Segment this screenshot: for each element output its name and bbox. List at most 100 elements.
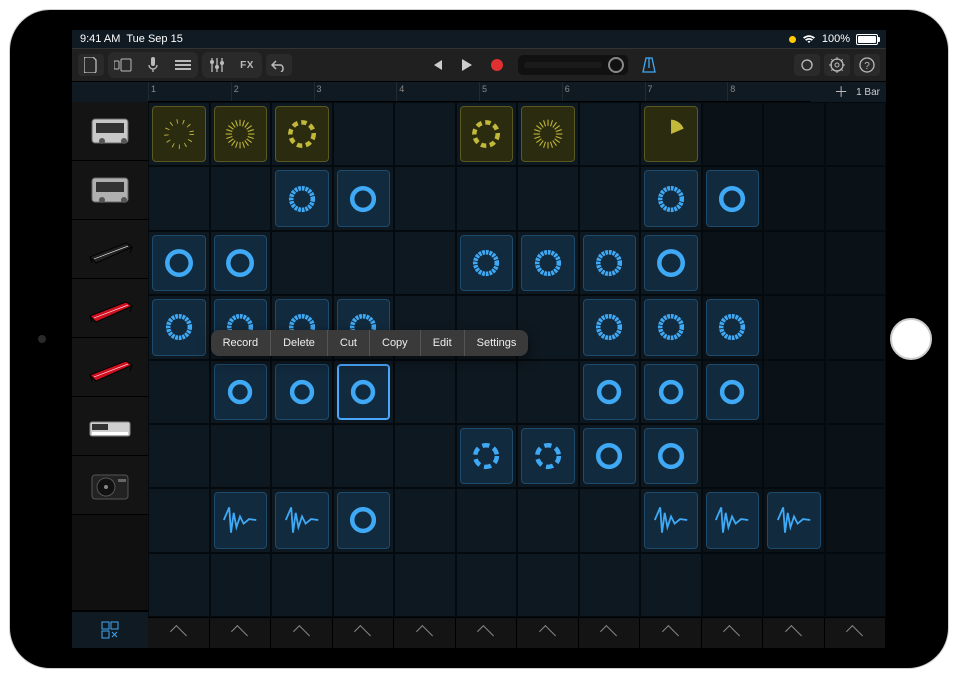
loop-clip[interactable] [583, 428, 637, 484]
ruler[interactable]: 12345678 [148, 82, 810, 102]
loop-clip[interactable] [337, 170, 391, 226]
loop-cell[interactable] [517, 360, 579, 424]
loop-cell[interactable] [640, 102, 702, 166]
loop-cell[interactable] [702, 231, 764, 295]
context-menu-cut[interactable]: Cut [328, 330, 370, 356]
loop-clip[interactable] [583, 299, 637, 355]
loop-clip[interactable] [706, 364, 760, 420]
loop-cell[interactable] [579, 166, 641, 230]
track-header-drum-machine-2[interactable] [72, 161, 148, 220]
loop-cell[interactable] [763, 102, 825, 166]
loop-cell[interactable] [825, 295, 887, 359]
loop-clip[interactable] [337, 492, 391, 548]
loop-cell[interactable] [333, 360, 395, 424]
undo-button[interactable] [266, 54, 292, 76]
column-trigger[interactable] [702, 618, 764, 648]
column-trigger[interactable] [333, 618, 395, 648]
column-trigger[interactable] [210, 618, 272, 648]
help-button[interactable]: ? [854, 54, 880, 76]
metronome-button[interactable] [636, 54, 662, 76]
loop-clip[interactable] [521, 106, 575, 162]
loop-clip[interactable] [214, 364, 268, 420]
loop-cell[interactable] [394, 488, 456, 552]
loop-cell[interactable] [763, 166, 825, 230]
loop-cell[interactable] [148, 295, 210, 359]
loop-cell[interactable] [210, 231, 272, 295]
loop-cell[interactable] [210, 102, 272, 166]
column-trigger[interactable] [640, 618, 702, 648]
track-header-keyboard-1[interactable] [72, 220, 148, 279]
loop-cell[interactable] [763, 553, 825, 617]
loop-cell[interactable] [517, 102, 579, 166]
mixer-button[interactable] [204, 54, 230, 76]
loop-cell[interactable] [333, 553, 395, 617]
loop-clip[interactable] [521, 428, 575, 484]
loop-cell[interactable] [271, 553, 333, 617]
grid-edit-button[interactable] [72, 611, 148, 648]
fx-button[interactable]: FX [234, 54, 260, 76]
loop-cell[interactable] [394, 102, 456, 166]
add-button[interactable]: ＋ [834, 82, 848, 102]
loop-cell[interactable] [271, 424, 333, 488]
loop-cell[interactable] [825, 360, 887, 424]
browser-button[interactable] [110, 54, 136, 76]
loop-clip[interactable] [644, 364, 698, 420]
loop-cell[interactable] [394, 553, 456, 617]
track-header-synth[interactable] [72, 397, 148, 456]
loop-cell[interactable] [333, 102, 395, 166]
home-button[interactable] [890, 318, 932, 360]
loop-clip[interactable] [521, 235, 575, 291]
track-header-keyboard-3[interactable] [72, 338, 148, 397]
loop-clip[interactable] [644, 235, 698, 291]
loop-cell[interactable] [702, 553, 764, 617]
loop-cell[interactable] [456, 488, 518, 552]
loop-cell[interactable] [333, 488, 395, 552]
loop-clip[interactable] [706, 299, 760, 355]
loop-cell[interactable] [763, 488, 825, 552]
loop-cell[interactable] [271, 231, 333, 295]
loop-cell[interactable] [640, 295, 702, 359]
loop-cell[interactable] [394, 360, 456, 424]
column-trigger[interactable] [579, 618, 641, 648]
loop-browser-button[interactable] [794, 54, 820, 76]
loop-cell[interactable] [579, 553, 641, 617]
loop-cell[interactable] [210, 166, 272, 230]
loop-clip[interactable] [460, 106, 514, 162]
loop-cell[interactable] [825, 424, 887, 488]
loop-clip[interactable] [767, 492, 821, 548]
loop-cell[interactable] [640, 488, 702, 552]
tracks-view-button[interactable] [170, 54, 196, 76]
loop-cell[interactable] [702, 295, 764, 359]
loop-cell[interactable] [825, 166, 887, 230]
loop-cell[interactable] [579, 102, 641, 166]
microphone-button[interactable] [140, 54, 166, 76]
loop-clip[interactable] [337, 364, 391, 420]
loop-clip[interactable] [583, 364, 637, 420]
loop-clip[interactable] [275, 492, 329, 548]
track-header-turntable[interactable] [72, 456, 148, 515]
loop-cell[interactable] [456, 166, 518, 230]
column-trigger[interactable] [394, 618, 456, 648]
loop-cell[interactable] [456, 553, 518, 617]
loop-cell[interactable] [333, 424, 395, 488]
loop-cell[interactable] [394, 231, 456, 295]
loop-cell[interactable] [517, 424, 579, 488]
loop-cell[interactable] [271, 166, 333, 230]
column-trigger[interactable] [271, 618, 333, 648]
loop-cell[interactable] [579, 360, 641, 424]
loop-cell[interactable] [271, 360, 333, 424]
loop-clip[interactable] [275, 364, 329, 420]
loop-cell[interactable] [640, 166, 702, 230]
loop-cell[interactable] [702, 424, 764, 488]
record-button[interactable] [484, 54, 510, 76]
loop-cell[interactable] [394, 424, 456, 488]
loop-cell[interactable] [579, 295, 641, 359]
loop-cell[interactable] [333, 166, 395, 230]
loop-cell[interactable] [763, 295, 825, 359]
loop-cell[interactable] [148, 231, 210, 295]
loop-cell[interactable] [640, 231, 702, 295]
context-menu-delete[interactable]: Delete [271, 330, 328, 356]
loop-cell[interactable] [456, 360, 518, 424]
loop-cell[interactable] [825, 488, 887, 552]
loop-clip[interactable] [644, 428, 698, 484]
